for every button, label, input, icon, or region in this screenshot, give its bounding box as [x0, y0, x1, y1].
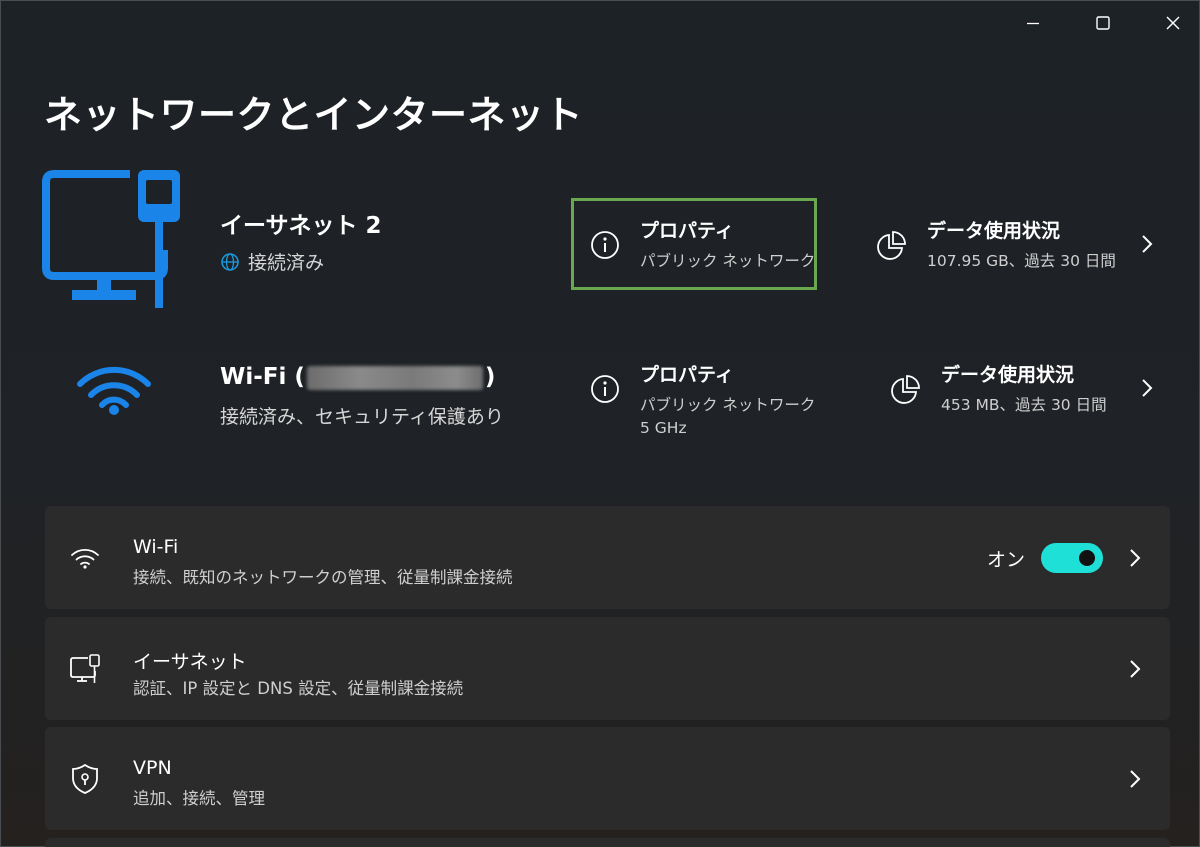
wifi-settings-card[interactable]: Wi-Fi 接続、既知のネットワークの管理、従量制課金接続 オン [45, 506, 1170, 609]
wifi-network-profile: パブリック ネットワーク [640, 396, 816, 414]
ethernet-connection-status: 接続済み [220, 248, 324, 275]
vpn-settings-card[interactable]: VPN 追加、接続、管理 [45, 727, 1170, 830]
chevron-right-icon[interactable] [1140, 378, 1154, 398]
page-title: ネットワークとインターネット [44, 93, 584, 137]
chevron-right-icon [1130, 549, 1141, 567]
info-icon [591, 231, 619, 259]
chevron-right-icon [1130, 770, 1141, 788]
toggle-knob [1079, 550, 1095, 566]
ethernet-card-subtitle: 認証、IP 設定と DNS 設定、従量制課金接続 [133, 679, 464, 698]
wifi-properties-title: プロパティ [640, 364, 734, 386]
ethernet-data-usage-link[interactable]: データ使用状況 107.95 GB、過去 30 日間 [875, 216, 1116, 271]
info-icon [591, 375, 619, 403]
pie-chart-icon [891, 375, 920, 404]
maximize-icon [1096, 16, 1110, 30]
wifi-card-icon-wrap [69, 542, 101, 574]
maximize-button[interactable] [1068, 0, 1138, 46]
ethernet-settings-card[interactable]: イーサネット 認証、IP 設定と DNS 設定、従量制課金接続 [45, 617, 1170, 720]
ethernet-usage-title: データ使用状況 [927, 220, 1061, 242]
close-button[interactable] [1138, 0, 1200, 46]
chevron-right-icon[interactable] [1140, 234, 1154, 254]
next-settings-card-partial[interactable] [45, 838, 1170, 847]
ethernet-connection-name: イーサネット 2 [220, 213, 382, 239]
wifi-usage-amount: 453 MB、過去 30 日間 [941, 396, 1107, 414]
close-icon [1166, 16, 1180, 30]
wifi-icon [71, 548, 99, 569]
ethernet-icon [70, 654, 100, 683]
pie-chart-icon [877, 231, 906, 260]
globe-icon [221, 252, 239, 271]
ethernet-usage-amount: 107.95 GB、過去 30 日間 [927, 252, 1116, 270]
vpn-card-icon-wrap [69, 763, 101, 795]
wifi-toggle-label: オン [986, 549, 1025, 571]
ethernet-properties-title: プロパティ [640, 220, 734, 242]
wifi-connection-status: 接続済み、セキュリティ保護あり [220, 406, 504, 428]
vpn-card-subtitle: 追加、接続、管理 [133, 789, 265, 808]
wifi-band: 5 GHz [640, 419, 687, 437]
wifi-data-usage-link[interactable]: データ使用状況 453 MB、過去 30 日間 [889, 360, 1107, 415]
ethernet-status-text: 接続済み [248, 252, 325, 274]
ethernet-card-icon-wrap [69, 653, 101, 685]
wifi-signal-icon [77, 366, 151, 415]
minimize-icon [1027, 22, 1039, 25]
wifi-toggle-switch[interactable] [1041, 543, 1103, 573]
minimize-button[interactable] [998, 0, 1068, 46]
shield-icon [72, 763, 98, 794]
ethernet-properties-link[interactable]: プロパティ パブリック ネットワーク [590, 216, 815, 271]
vpn-card-title: VPN [133, 757, 172, 779]
wifi-properties-link[interactable]: プロパティ パブリック ネットワーク 5 GHz [590, 360, 815, 437]
wifi-connection-name: Wi-Fi () [220, 364, 495, 390]
chevron-right-icon [1130, 660, 1141, 678]
redacted-ssid [306, 365, 483, 390]
wifi-card-subtitle: 接続、既知のネットワークの管理、従量制課金接続 [133, 568, 513, 587]
wifi-name-prefix: Wi-Fi ( [220, 364, 305, 390]
wifi-name-suffix: ) [484, 364, 496, 390]
wifi-card-title: Wi-Fi [133, 536, 179, 558]
wifi-usage-title: データ使用状況 [941, 364, 1075, 386]
ethernet-card-title: イーサネット [133, 651, 247, 673]
monitor-with-cable-icon [42, 170, 180, 308]
ethernet-network-profile: パブリック ネットワーク [640, 252, 816, 270]
